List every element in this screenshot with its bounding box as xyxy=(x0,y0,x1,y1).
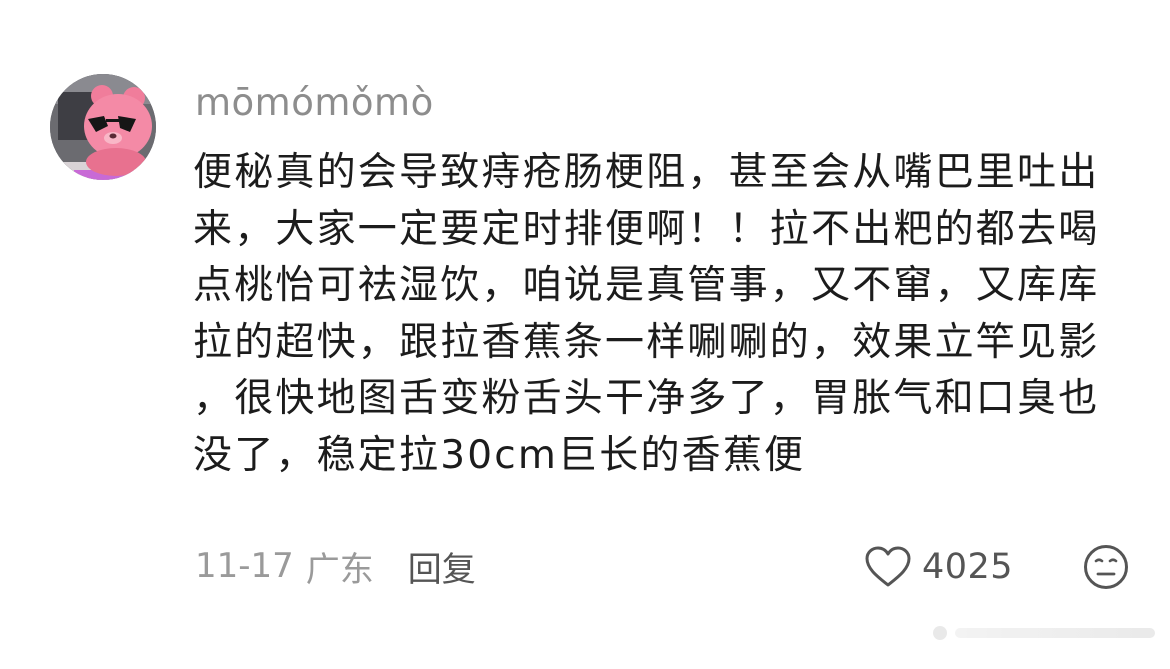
comment-date: 11-17 xyxy=(195,546,294,586)
watermark-text-shape xyxy=(955,628,1155,638)
watermark-logo-icon xyxy=(933,626,947,640)
comment-meta: 11-17 广东 回复 xyxy=(195,542,476,591)
like-count: 4025 xyxy=(922,547,1014,587)
neutral-face-icon xyxy=(1084,545,1128,589)
comment-item: mōmómǒmò 便秘真的会导致痔疮肠梗阻，甚至会从嘴巴里吐出 来，大家一定要定… xyxy=(0,0,1170,669)
comment-body-line: 拉的超快，跟拉香蕉条一样唰唰的，效果立竿见影 xyxy=(193,319,1100,365)
avatar[interactable] xyxy=(50,74,156,180)
username[interactable]: mōmómǒmò xyxy=(195,80,434,126)
comment-body: 便秘真的会导致痔疮肠梗阻，甚至会从嘴巴里吐出 来，大家一定要定时排便啊！！拉不出… xyxy=(193,145,1133,484)
comment-body-line: 没了，稳定拉30cm巨长的香蕉便 xyxy=(193,432,806,478)
comment-body-line: ，很快地图舌变粉舌头干净多了，胃胀气和口臭也 xyxy=(193,376,1100,421)
dislike-button[interactable] xyxy=(1083,544,1129,590)
heart-outline-icon xyxy=(865,546,911,587)
like-button[interactable]: 4025 xyxy=(864,543,1013,591)
comment-region: 广东 xyxy=(305,549,374,590)
comment-body-line: 来，大家一定要定时排便啊！！拉不出粑的都去喝 xyxy=(193,206,1100,252)
watermark xyxy=(905,619,1155,647)
pink-bear-avatar-icon xyxy=(50,74,156,180)
reply-button[interactable]: 回复 xyxy=(408,542,476,591)
comment-body-line: 便秘真的会导致痔疮肠梗阻，甚至会从嘴巴里吐出 xyxy=(193,150,1100,195)
comment-body-line: 点桃怡可祛湿饮，咱说是真管事，又不窜，又库库 xyxy=(193,263,1100,308)
